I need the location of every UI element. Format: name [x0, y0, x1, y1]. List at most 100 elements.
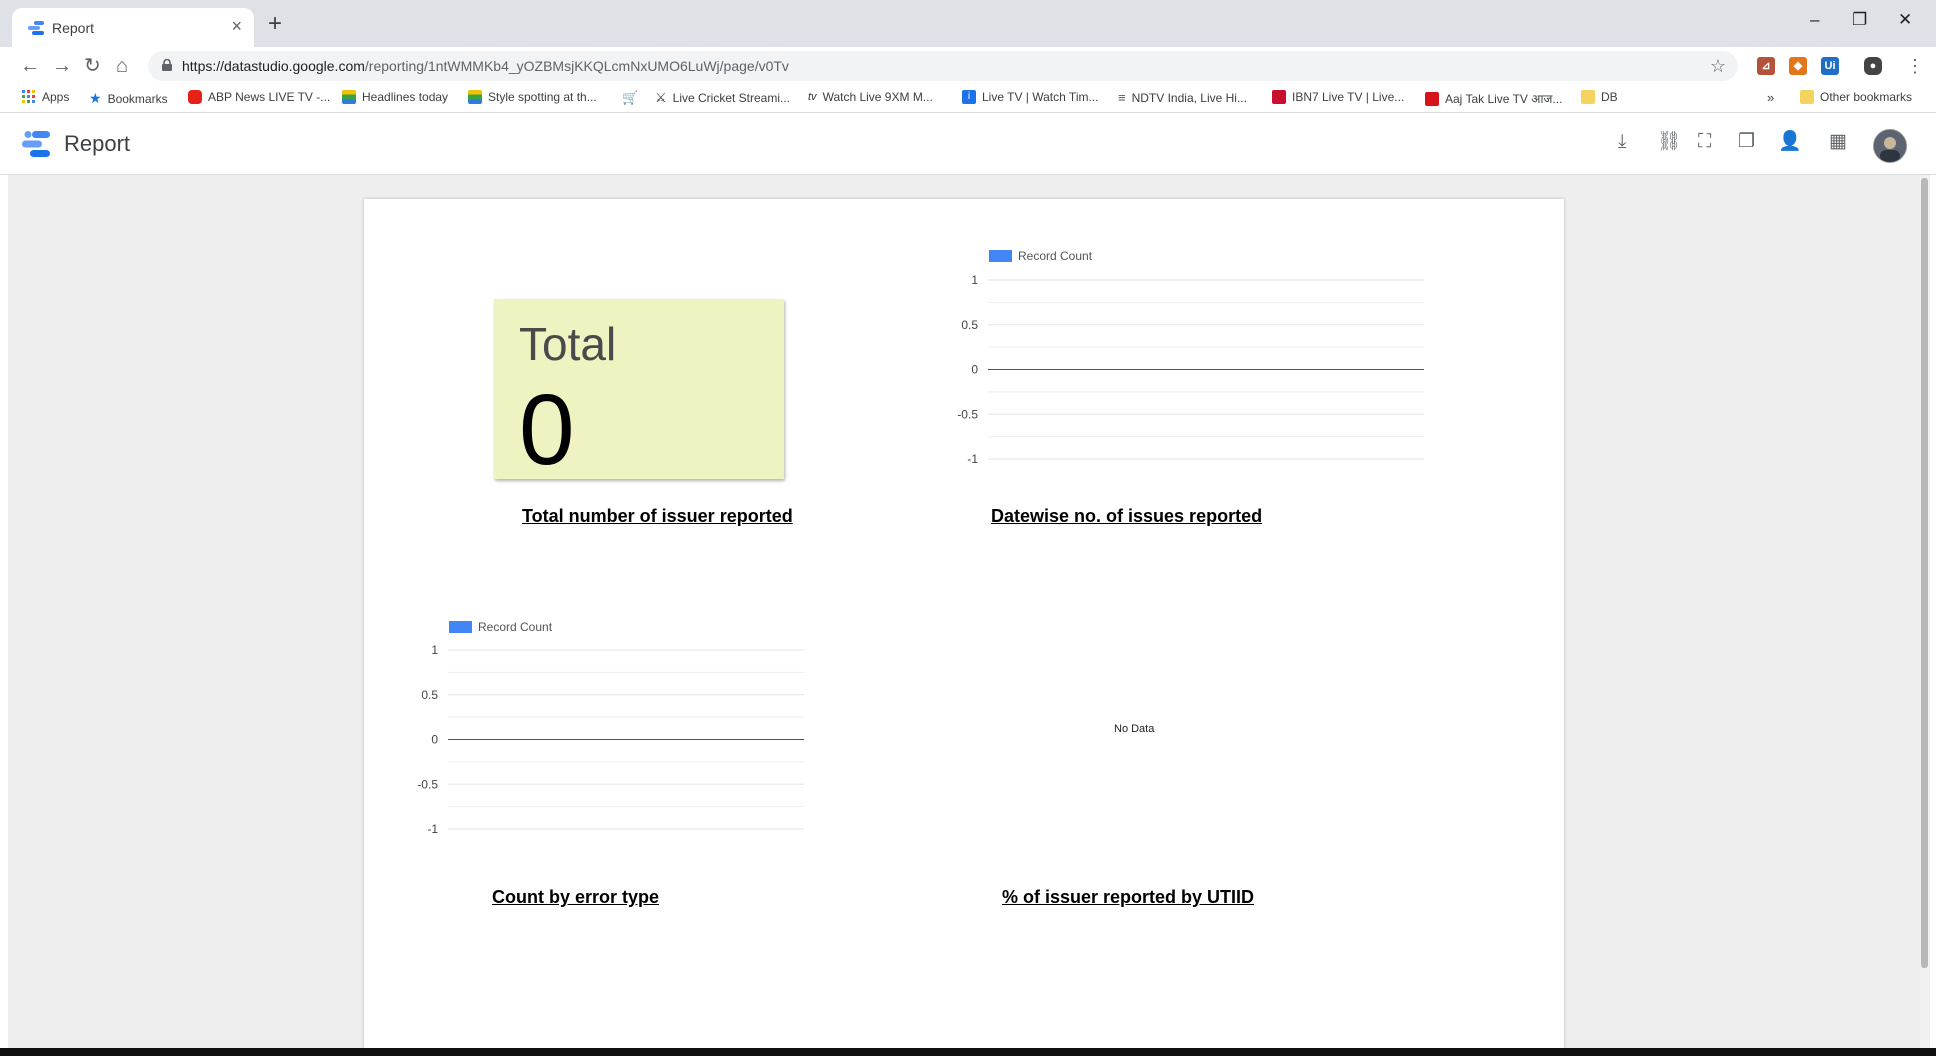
- y-tick-label: 1: [431, 643, 438, 657]
- folder-icon: [1581, 90, 1595, 104]
- share-icon[interactable]: 👤: [1778, 131, 1802, 153]
- taskbar: [0, 1048, 1936, 1056]
- bookmark-style-spotting[interactable]: Style spotting at th...: [468, 90, 597, 104]
- y-tick-label: -1: [967, 452, 978, 466]
- bookmark-star-icon[interactable]: ☆: [1710, 56, 1726, 77]
- apps-grid-icon: [22, 90, 35, 103]
- data-studio-favicon-icon: [28, 21, 44, 35]
- legend-swatch: [989, 250, 1012, 262]
- tab-strip: Report × + – ❐ ✕: [0, 0, 1936, 47]
- restore-button[interactable]: ❐: [1852, 10, 1867, 30]
- datewise-bar-chart[interactable]: Record Count 1 0.5 0 -0.5 -1: [924, 239, 1424, 479]
- legend-label: Record Count: [1018, 249, 1093, 263]
- data-studio-logo-icon: [22, 131, 50, 157]
- total-scorecard[interactable]: Total 0: [494, 299, 784, 486]
- tab-report[interactable]: Report ×: [12, 8, 254, 47]
- url-text: https://datastudio.google.com/reporting/…: [182, 58, 789, 74]
- y-tick-label: -0.5: [417, 777, 438, 791]
- browser-toolbar: ← → ↻ ⌂ https://datastudio.google.com/re…: [0, 47, 1936, 85]
- bookmarks-bar: Apps ★ Bookmarks ABP News LIVE TV -... H…: [0, 85, 1936, 113]
- download-icon[interactable]: ⤓: [1618, 131, 1626, 153]
- close-window-button[interactable]: ✕: [1898, 10, 1912, 30]
- utiid-percentage-title: % of issuer reported by UTIID: [1002, 887, 1255, 907]
- other-bookmarks-label: Other bookmarks: [1820, 90, 1913, 104]
- url-domain: https://datastudio.google.com: [182, 58, 365, 74]
- y-tick-label: -1: [427, 822, 438, 836]
- star-icon: ★: [89, 90, 102, 106]
- profile-icon[interactable]: ●: [1864, 57, 1882, 75]
- cart-icon: 🛒: [622, 90, 639, 105]
- avatar[interactable]: [1873, 129, 1907, 163]
- headlines-icon: [342, 90, 356, 104]
- scorecard-value: 0: [519, 374, 575, 486]
- no-data-label: No Data: [1114, 723, 1155, 735]
- y-tick-label: 0.5: [421, 688, 438, 702]
- scrollbar-thumb[interactable]: [1921, 178, 1928, 968]
- bookmark-9xm[interactable]: tv Watch Live 9XM M...: [808, 90, 933, 104]
- datewise-issues-title: Datewise no. of issues reported: [991, 506, 1263, 526]
- bookmark-cart[interactable]: 🛒: [622, 90, 638, 106]
- bookmark-label: NDTV India, Live Hi...: [1131, 90, 1247, 105]
- legend-swatch: [449, 621, 472, 633]
- link-icon[interactable]: ⛓: [1657, 131, 1681, 153]
- bookmark-label: IBN7 Live TV | Live...: [1292, 90, 1405, 104]
- aajtak-icon: [1425, 91, 1439, 106]
- bookmark-db[interactable]: DB: [1581, 90, 1618, 104]
- y-tick-label: 1: [971, 273, 978, 287]
- bookmark-label: Watch Live 9XM M...: [822, 90, 933, 104]
- y-tick-label: 0.5: [961, 318, 978, 332]
- legend-label: Record Count: [478, 620, 553, 634]
- bookmark-label: Style spotting at th...: [488, 90, 597, 104]
- address-bar[interactable]: https://datastudio.google.com/reporting/…: [148, 51, 1738, 81]
- bookmark-label: Aaj Tak Live TV आज...: [1445, 92, 1563, 106]
- y-tick-label: -0.5: [957, 407, 978, 421]
- bookmark-live-cricket[interactable]: ⚔ Live Cricket Streami...: [655, 90, 790, 106]
- lock-icon: [162, 59, 172, 71]
- chrome-menu-icon[interactable]: ⋮: [1906, 57, 1924, 75]
- fullscreen-icon[interactable]: ⛶: [1698, 131, 1711, 153]
- info-icon: i: [962, 90, 976, 104]
- apps-icon[interactable]: ▦: [1829, 131, 1847, 153]
- bookmark-ibn7[interactable]: IBN7 Live TV | Live...: [1272, 90, 1404, 104]
- bookmark-label: Apps: [42, 90, 70, 104]
- forward-icon[interactable]: →: [52, 55, 72, 77]
- bookmark-ndtv[interactable]: ≡ NDTV India, Live Hi...: [1118, 90, 1247, 105]
- bookmark-label: ABP News LIVE TV -...: [208, 90, 331, 104]
- tv-icon: tv: [808, 91, 817, 103]
- ndtv-icon: ≡: [1118, 90, 1126, 105]
- copy-icon[interactable]: ❐: [1738, 131, 1755, 153]
- report-title: Report: [64, 131, 131, 156]
- error-type-bar-chart[interactable]: Record Count 1 0.5 0 -0.5 -1: [404, 609, 804, 849]
- report-header: Report ⤓ ⛓ ⛶ ❐ 👤 ▦: [0, 113, 1936, 175]
- total-issues-title: Total number of issuer reported: [522, 506, 793, 526]
- bookmark-headlines-today[interactable]: Headlines today: [342, 90, 448, 104]
- y-tick-label: 0: [431, 733, 438, 747]
- reload-icon[interactable]: ↻: [84, 55, 101, 77]
- bookmark-aaj-tak[interactable]: Aaj Tak Live TV आज...: [1425, 90, 1562, 107]
- ui-icon[interactable]: Ui: [1821, 57, 1839, 75]
- tab-close-icon[interactable]: ×: [231, 17, 242, 35]
- new-tab-button[interactable]: +: [268, 12, 282, 36]
- fox-icon[interactable]: ◆: [1789, 57, 1807, 75]
- bookmark-label: Live Cricket Streami...: [672, 91, 791, 105]
- style-icon: [468, 90, 482, 104]
- bookmark-live-tv-times[interactable]: i Live TV | Watch Tim...: [962, 90, 1098, 104]
- y-tick-label: 0: [971, 363, 978, 377]
- ibn7-icon: [1272, 90, 1286, 104]
- tab-title: Report: [52, 20, 95, 36]
- bookmark-label: Bookmarks: [107, 91, 168, 106]
- minimize-button[interactable]: –: [1810, 10, 1819, 30]
- home-icon[interactable]: ⌂: [116, 55, 128, 77]
- bookmark-label: Live TV | Watch Tim...: [982, 90, 1099, 104]
- bookmark-bookmarks[interactable]: ★ Bookmarks: [89, 90, 168, 107]
- bookmark-apps[interactable]: Apps: [22, 90, 69, 104]
- folder-icon: [1800, 90, 1814, 104]
- other-bookmarks[interactable]: Other bookmarks: [1800, 90, 1912, 104]
- pdf-icon[interactable]: ⊿: [1757, 57, 1775, 75]
- report-page: Total 0 Total number of issuer reported …: [364, 199, 1564, 1050]
- bookmark-label: DB: [1601, 90, 1618, 104]
- youtube-icon: [188, 90, 202, 104]
- bookmarks-overflow-icon[interactable]: »: [1767, 90, 1774, 105]
- bookmark-abp-news[interactable]: ABP News LIVE TV -...: [188, 90, 330, 104]
- back-icon[interactable]: ←: [20, 55, 40, 77]
